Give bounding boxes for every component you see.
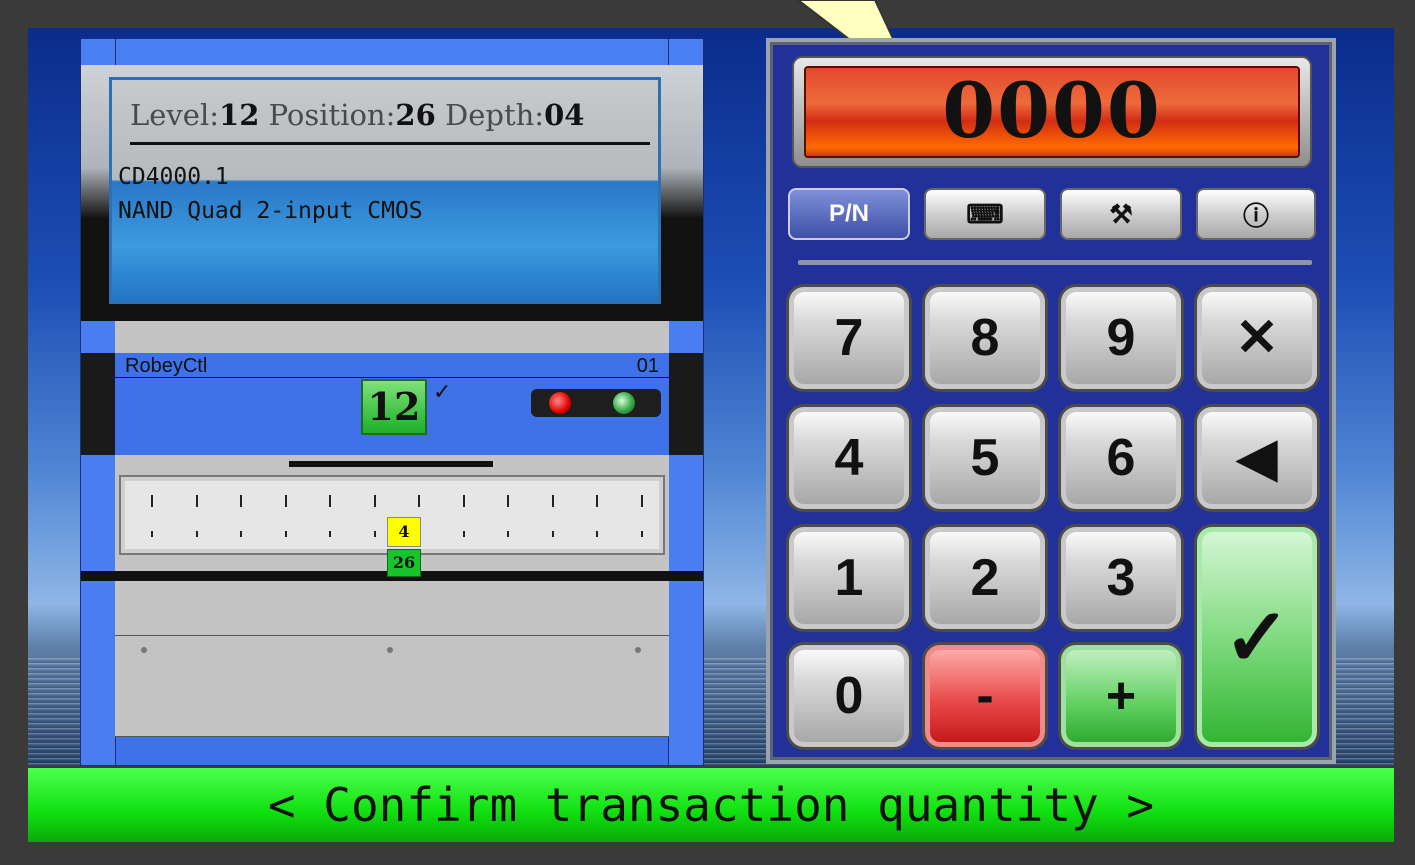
key-9[interactable]: 9 (1058, 284, 1184, 392)
drawer-handle[interactable] (289, 461, 493, 467)
depth-value: 04 (544, 98, 585, 132)
ruler-tick (463, 495, 465, 507)
minus-button[interactable]: - (922, 642, 1048, 750)
key-7[interactable]: 7 (786, 284, 912, 392)
level-value: 12 (219, 98, 260, 132)
key-1[interactable]: 1 (786, 524, 912, 632)
key-2[interactable]: 2 (922, 524, 1048, 632)
ruler-tick (596, 495, 598, 507)
key-6[interactable]: 6 (1058, 404, 1184, 512)
position-value: 26 (395, 98, 436, 132)
controller-id: 01 (636, 355, 659, 377)
ruler-tick (196, 495, 198, 507)
ruler-tick (552, 495, 554, 507)
keyboard-mode-button[interactable]: ⌨ (924, 188, 1046, 240)
ruler-tick (641, 495, 643, 507)
ruler-tick (418, 495, 420, 507)
cabinet-top-cap (81, 39, 703, 66)
info-mode-button[interactable]: ⓘ (1196, 188, 1316, 240)
key-4[interactable]: 4 (786, 404, 912, 512)
controller-name: RobeyCtl (125, 355, 208, 377)
ruler-tick (641, 531, 643, 537)
ruler-tick (507, 531, 509, 537)
keypad-separator (798, 260, 1312, 265)
ruler-tick (374, 495, 376, 507)
tools-mode-button[interactable]: ⚒ (1060, 188, 1182, 240)
screw-icon (387, 647, 393, 653)
lower-divider (115, 635, 669, 636)
ruler-tick (552, 531, 554, 537)
quantity-display: 0000 (804, 66, 1300, 158)
ruler-tick (240, 531, 242, 537)
numeric-keypad: 0000 P/N ⌨ ⚒ ⓘ 7 8 9 ✕ 4 5 6 ◀ 1 2 3 ✓ 0… (766, 38, 1336, 764)
info-drawer: Level:12 Position:26 Depth:04 CD4000.1 N… (81, 65, 703, 321)
screw-icon (141, 647, 147, 653)
ruler-tick (240, 495, 242, 507)
ruler-tick (329, 531, 331, 537)
position-marker: 26 (387, 549, 421, 577)
plus-button[interactable]: + (1058, 642, 1184, 750)
controller-divider (115, 377, 669, 378)
ruler-tick (507, 495, 509, 507)
display-frame: 0000 (792, 56, 1312, 168)
part-number-mode-button[interactable]: P/N (788, 188, 910, 240)
lcd-panel: Level:12 Position:26 Depth:04 CD4000.1 N… (109, 77, 661, 304)
level-check-icon: ✓ (433, 379, 452, 404)
depth-label: Depth: (444, 98, 545, 132)
led-indicator-panel (531, 389, 661, 417)
ruler-tick (196, 531, 198, 537)
close-icon: ✕ (1235, 309, 1279, 367)
position-label: Position: (268, 98, 396, 132)
storage-cabinet: Level:12 Position:26 Depth:04 CD4000.1 N… (80, 38, 704, 766)
key-3[interactable]: 3 (1058, 524, 1184, 632)
screw-icon (635, 647, 641, 653)
red-led-icon (549, 392, 571, 414)
ruler-tick (329, 495, 331, 507)
ruler-tick (151, 495, 153, 507)
key-0[interactable]: 0 (786, 642, 912, 750)
key-5[interactable]: 5 (922, 404, 1048, 512)
ruler-tick (151, 531, 153, 537)
keyboard-icon: ⌨ (966, 198, 1004, 229)
ruler-tick (596, 531, 598, 537)
ruler-tick (285, 495, 287, 507)
level-indicator-button[interactable]: 12 (361, 379, 427, 435)
lower-divider (115, 736, 669, 737)
lower-drawer (115, 581, 669, 737)
checkmark-icon: ✓ (1223, 592, 1291, 682)
backspace-icon: ◀ (1237, 429, 1277, 487)
part-description-text: NAND Quad 2-input CMOS (118, 198, 423, 224)
status-bar: < Confirm transaction quantity > (28, 768, 1394, 842)
key-8[interactable]: 8 (922, 284, 1048, 392)
clear-button[interactable]: ✕ (1194, 284, 1320, 392)
ruler-tick (463, 531, 465, 537)
ruler-tick (374, 531, 376, 537)
level-label: Level: (130, 98, 220, 132)
depth-marker: 4 (387, 517, 421, 547)
info-icon: ⓘ (1242, 200, 1269, 231)
enter-button[interactable]: ✓ (1194, 524, 1320, 750)
controller-band: RobeyCtl 01 12 ✓ (115, 353, 669, 455)
part-number-text: CD4000.1 (118, 164, 229, 190)
location-header: Level:12 Position:26 Depth:04 (130, 88, 650, 145)
tools-icon: ⚒ (1109, 198, 1133, 229)
backspace-button[interactable]: ◀ (1194, 404, 1320, 512)
green-led-icon (613, 392, 635, 414)
ruler-tick (285, 531, 287, 537)
status-message: < Confirm transaction quantity > (267, 778, 1155, 832)
